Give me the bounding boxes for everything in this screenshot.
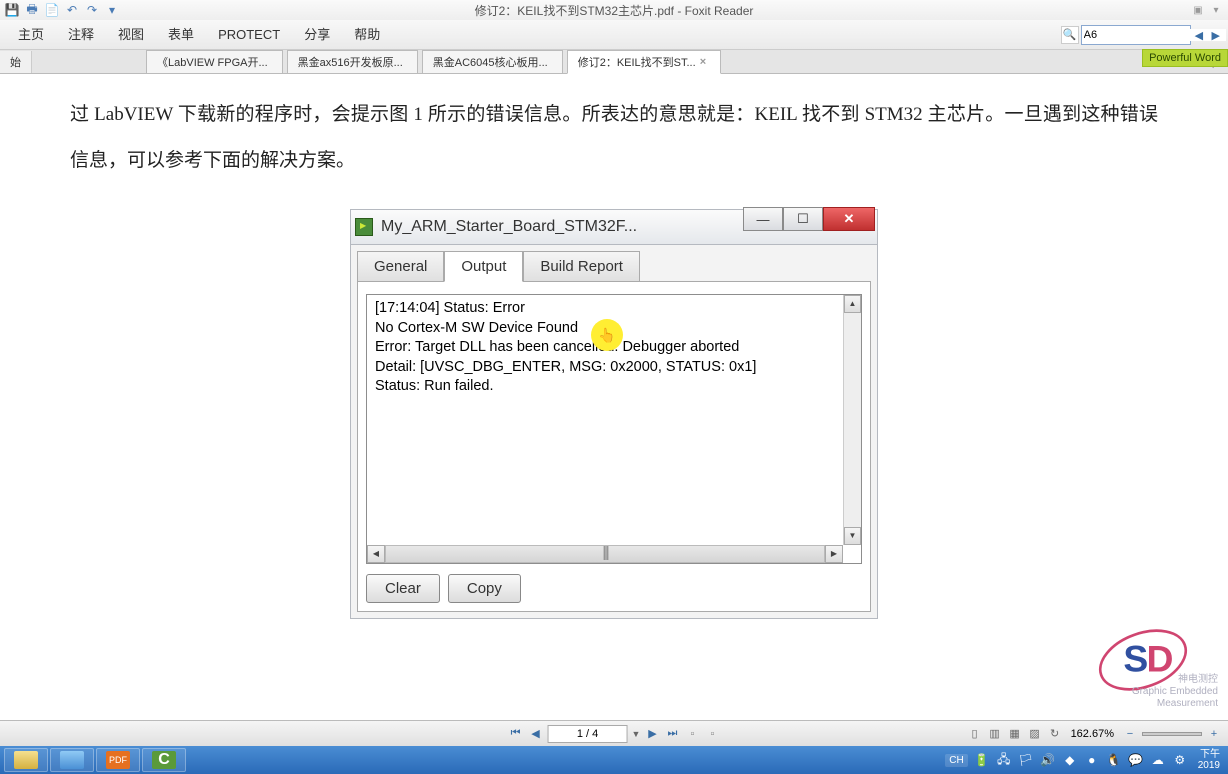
tray-flag-icon[interactable]: 🏳 bbox=[1018, 752, 1034, 768]
doc-tab-3[interactable]: 黑金AC6045核心板用... bbox=[422, 50, 563, 73]
horizontal-scrollbar: ◀ ||| ▶ bbox=[367, 545, 843, 563]
window-title-bar: 💾 🖶 📄 ↶ ↷ ▾ 修订2：KEIL找不到STM32主芯片.pdf - Fo… bbox=[0, 0, 1228, 20]
print-icon[interactable]: 🖶 bbox=[24, 2, 40, 18]
view-rotate-icon[interactable]: ↻ bbox=[1047, 726, 1063, 742]
scroll-down-icon: ▼ bbox=[844, 527, 861, 545]
menu-home[interactable]: 主页 bbox=[6, 21, 56, 49]
document-viewport[interactable]: 过 LabVIEW 下载新的程序时，会提示图 1 所示的错误信息。所表达的意思就… bbox=[0, 74, 1228, 720]
zoom-out-icon[interactable]: − bbox=[1122, 726, 1138, 742]
zoom-level[interactable]: 162.67% bbox=[1067, 728, 1118, 740]
save-icon[interactable]: 💾 bbox=[4, 2, 20, 18]
first-page-icon[interactable]: ⏮ bbox=[508, 726, 524, 742]
scroll-right-icon: ▶ bbox=[825, 545, 843, 563]
last-page-icon[interactable]: ⏭ bbox=[664, 726, 680, 742]
menu-comment[interactable]: 注释 bbox=[56, 21, 106, 49]
undo-icon[interactable]: ↶ bbox=[64, 2, 80, 18]
document-paragraph: 过 LabVIEW 下载新的程序时，会提示图 1 所示的错误信息。所表达的意思就… bbox=[0, 74, 1228, 201]
doc-tab-4[interactable]: 修订2：KEIL找不到ST... × bbox=[567, 50, 721, 74]
doc-tab-1[interactable]: 《LabVIEW FPGA开... bbox=[146, 50, 283, 73]
copy-button: Copy bbox=[448, 574, 521, 603]
next-page-icon[interactable]: ▶ bbox=[644, 726, 660, 742]
taskbar-app-2[interactable] bbox=[50, 748, 94, 772]
find-icon[interactable]: 🔍 bbox=[1061, 26, 1079, 44]
redo-icon[interactable]: ↷ bbox=[84, 2, 100, 18]
open-icon[interactable]: 📄 bbox=[44, 2, 60, 18]
minimize-button: — bbox=[743, 207, 783, 231]
menu-form[interactable]: 表单 bbox=[156, 21, 206, 49]
labview-icon bbox=[355, 218, 373, 236]
taskbar-app-1[interactable] bbox=[4, 748, 48, 772]
tray-app-4-icon[interactable]: ⚙ bbox=[1172, 752, 1188, 768]
zoom-slider[interactable] bbox=[1142, 732, 1202, 736]
page-input[interactable] bbox=[548, 725, 628, 743]
scroll-up-icon: ▲ bbox=[844, 295, 861, 313]
menu-view[interactable]: 视图 bbox=[106, 21, 156, 49]
tray-qq-icon[interactable]: 🐧 bbox=[1106, 752, 1122, 768]
zoom-in-icon[interactable]: + bbox=[1206, 726, 1222, 742]
view-continuous-icon[interactable]: ▥ bbox=[987, 726, 1003, 742]
tab-output: Output bbox=[444, 251, 523, 282]
nav-tool-2-icon[interactable]: ▫ bbox=[704, 726, 720, 742]
scroll-left-icon: ◀ bbox=[367, 545, 385, 563]
maximize-button: ☐ bbox=[783, 207, 823, 231]
menu-protect[interactable]: PROTECT bbox=[206, 21, 292, 49]
tray-network-icon[interactable]: 🖧 bbox=[996, 752, 1012, 768]
ime-indicator[interactable]: CH bbox=[945, 754, 967, 767]
watermark-text: 神电测控 Graphic Embedded Measurement bbox=[1132, 674, 1218, 710]
scroll-thumb: ||| bbox=[602, 544, 607, 564]
menu-help[interactable]: 帮助 bbox=[342, 21, 392, 49]
prev-page-icon[interactable]: ◀ bbox=[528, 726, 544, 742]
tray-wechat-icon[interactable]: 💬 bbox=[1128, 752, 1144, 768]
search-prev-icon[interactable]: ◀ bbox=[1193, 30, 1205, 42]
tray-volume-icon[interactable]: 🔊 bbox=[1040, 752, 1056, 768]
status-bar: ⏮ ◀ ▼ ▶ ⏭ ▫ ▫ ▯ ▥ ▦ ▨ ↻ 162.67% − + bbox=[0, 720, 1228, 746]
corner-tab[interactable]: 始 bbox=[0, 51, 32, 73]
vertical-scrollbar: ▲ ▼ bbox=[843, 295, 861, 545]
window-title: 修订2：KEIL找不到STM32主芯片.pdf - Foxit Reader bbox=[475, 2, 754, 19]
help-dropdown-icon[interactable]: ▾ bbox=[1208, 2, 1224, 18]
search-next-icon[interactable]: ▶ bbox=[1210, 30, 1222, 42]
tray-battery-icon[interactable]: 🔋 bbox=[974, 752, 990, 768]
document-tabs: 始 《LabVIEW FPGA开... 黑金ax516开发板原... 黑金AC6… bbox=[0, 50, 1228, 74]
powerful-word-badge[interactable]: Powerful Word bbox=[1142, 49, 1228, 67]
taskbar-app-4[interactable]: C bbox=[142, 748, 186, 772]
output-textbox: [17:14:04] Status: Error No Cortex-M SW … bbox=[366, 294, 862, 564]
qat-dropdown-icon[interactable]: ▾ bbox=[104, 2, 120, 18]
tab-general: General bbox=[357, 251, 444, 282]
clear-button: Clear bbox=[366, 574, 440, 603]
tab-build-report: Build Report bbox=[523, 251, 640, 282]
embedded-dialog-figure: My_ARM_Starter_Board_STM32F... — ☐ ✕ Gen… bbox=[350, 209, 878, 619]
menu-share[interactable]: 分享 bbox=[292, 21, 342, 49]
tray-app-1-icon[interactable]: ◆ bbox=[1062, 752, 1078, 768]
close-button: ✕ bbox=[823, 207, 875, 231]
page-dropdown-icon[interactable]: ▼ bbox=[632, 729, 641, 739]
dialog-title: My_ARM_Starter_Board_STM32F... bbox=[381, 218, 637, 236]
close-tab-icon[interactable]: × bbox=[700, 56, 706, 68]
nav-tool-1-icon[interactable]: ▫ bbox=[684, 726, 700, 742]
ribbon-toggle-icon[interactable]: ▣ bbox=[1190, 2, 1206, 18]
ribbon-menu: 主页 注释 视图 表单 PROTECT 分享 帮助 🔍 ✕ ◀ ▶ bbox=[0, 20, 1228, 50]
doc-tab-2[interactable]: 黑金ax516开发板原... bbox=[287, 50, 418, 73]
view-single-icon[interactable]: ▯ bbox=[967, 726, 983, 742]
taskbar-app-3[interactable]: PDF bbox=[96, 748, 140, 772]
cursor-highlight: 👆 bbox=[591, 319, 623, 351]
dialog-titlebar: My_ARM_Starter_Board_STM32F... — ☐ ✕ bbox=[350, 209, 878, 245]
view-continuous-facing-icon[interactable]: ▨ bbox=[1027, 726, 1043, 742]
windows-taskbar: PDF C CH 🔋 🖧 🏳 🔊 ◆ ● 🐧 💬 ☁ ⚙ 下午 2019 bbox=[0, 746, 1228, 774]
tray-app-3-icon[interactable]: ☁ bbox=[1150, 752, 1166, 768]
view-facing-icon[interactable]: ▦ bbox=[1007, 726, 1023, 742]
tray-app-2-icon[interactable]: ● bbox=[1084, 752, 1100, 768]
